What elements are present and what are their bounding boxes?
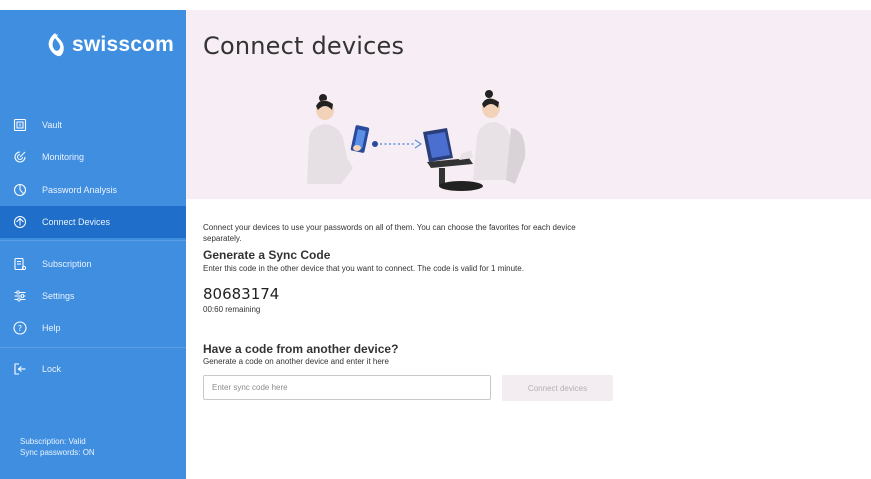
sidebar-item-label: Connect Devices — [42, 217, 111, 227]
brand-name: swisscom — [72, 33, 174, 56]
sidebar-item-subscription[interactable]: Subscription — [0, 249, 186, 279]
sync-code-input[interactable] — [203, 375, 491, 400]
sidebar-item-label: Help — [42, 323, 61, 333]
have-code-description: Generate a code on another device and en… — [203, 357, 389, 366]
sidebar-item-label: Lock — [42, 364, 62, 374]
swisscom-logo-icon — [48, 33, 64, 57]
sidebar-item-label: Monitoring — [42, 152, 85, 162]
svg-text:?: ? — [18, 324, 22, 333]
sidebar-item-label: Settings — [42, 291, 75, 301]
vault-icon — [13, 118, 27, 132]
password-analysis-icon — [13, 183, 27, 197]
generate-sync-code-description: Enter this code in the other device that… — [203, 264, 524, 273]
sidebar-item-vault[interactable]: Vault — [0, 110, 186, 140]
sidebar-item-help[interactable]: ? Help — [0, 313, 186, 343]
sidebar-item-password-analysis[interactable]: Password Analysis — [0, 175, 186, 205]
sidebar-divider — [0, 347, 186, 348]
sidebar-item-connect-devices[interactable]: Connect Devices — [0, 206, 186, 238]
sidebar-item-label: Vault — [42, 120, 62, 130]
intro-text: Connect your devices to use your passwor… — [203, 223, 576, 243]
generate-sync-code-heading: Generate a Sync Code — [203, 248, 331, 262]
sync-status-text: Sync passwords: ON — [20, 448, 95, 457]
connect-devices-icon — [13, 215, 27, 229]
connect-devices-illustration — [307, 90, 526, 191]
subscription-status: Subscription: Valid Sync passwords: ON — [20, 436, 95, 458]
header-banner: Connect devices — [186, 10, 871, 199]
sidebar-item-lock[interactable]: Lock — [0, 354, 186, 384]
have-code-heading: Have a code from another device? — [203, 342, 399, 356]
sidebar: swisscom Vault Monitoring Password Analy… — [0, 10, 186, 479]
subscription-status-text: Subscription: Valid — [20, 437, 86, 446]
sidebar-item-label: Password Analysis — [42, 185, 118, 195]
settings-icon — [13, 289, 27, 303]
sidebar-item-monitoring[interactable]: Monitoring — [0, 142, 186, 172]
help-icon: ? — [13, 321, 27, 335]
sync-code-remaining: 00:60 remaining — [203, 305, 261, 314]
subscription-icon — [13, 257, 27, 271]
monitoring-icon — [13, 150, 27, 164]
sidebar-divider — [0, 240, 186, 241]
brand-logo[interactable]: swisscom — [44, 32, 174, 58]
lock-icon — [13, 362, 27, 376]
sidebar-item-label: Subscription — [42, 259, 92, 269]
connect-devices-button[interactable]: Connect devices — [502, 375, 613, 401]
sidebar-item-settings[interactable]: Settings — [0, 281, 186, 311]
page-title: Connect devices — [203, 32, 405, 60]
sync-code: 80683174 — [203, 285, 280, 303]
